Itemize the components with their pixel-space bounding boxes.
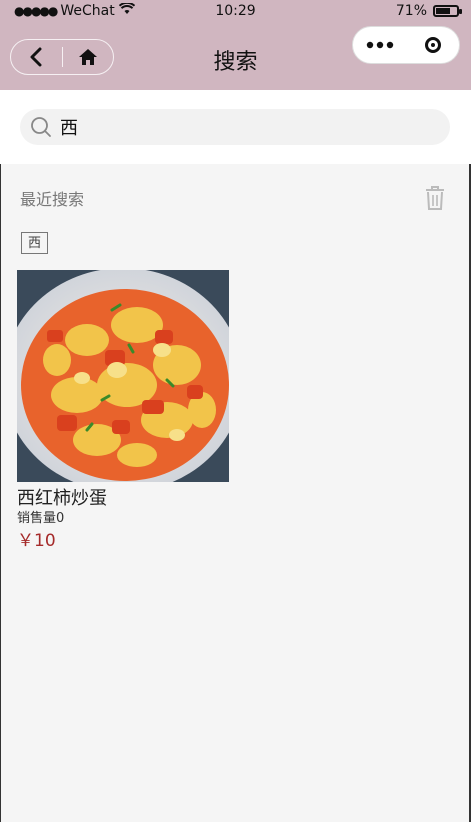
search-box[interactable] <box>20 109 450 145</box>
search-input[interactable] <box>58 115 432 139</box>
close-circle-icon <box>424 37 441 53</box>
battery-percent: 71% <box>395 3 427 19</box>
food-name: 西红柿炒蛋 <box>17 488 107 509</box>
food-sales: 销售量0 <box>17 511 65 526</box>
battery-level <box>436 8 450 14</box>
miniprogram-menu-capsule <box>352 26 460 64</box>
trash-icon <box>426 186 444 210</box>
recent-search-label: 最近搜索 <box>20 190 85 209</box>
more-dots-icon <box>366 41 393 49</box>
search-icon <box>30 116 52 138</box>
search-area <box>0 90 471 164</box>
battery-icon <box>433 5 462 17</box>
food-result-card[interactable]: 西红柿炒蛋 销售量0 ￥10 <box>17 270 229 552</box>
food-price: ￥10 <box>17 531 56 551</box>
close-miniprogram-button[interactable] <box>406 27 459 63</box>
more-button[interactable] <box>353 27 406 63</box>
battery-group: 71% <box>395 3 462 19</box>
food-image-tomato-egg <box>17 270 229 482</box>
history-tag[interactable]: 西 <box>21 232 49 254</box>
status-bar: ●●●●● WeChat 10:29 71% <box>0 0 471 24</box>
clear-history-button[interactable] <box>424 185 446 211</box>
